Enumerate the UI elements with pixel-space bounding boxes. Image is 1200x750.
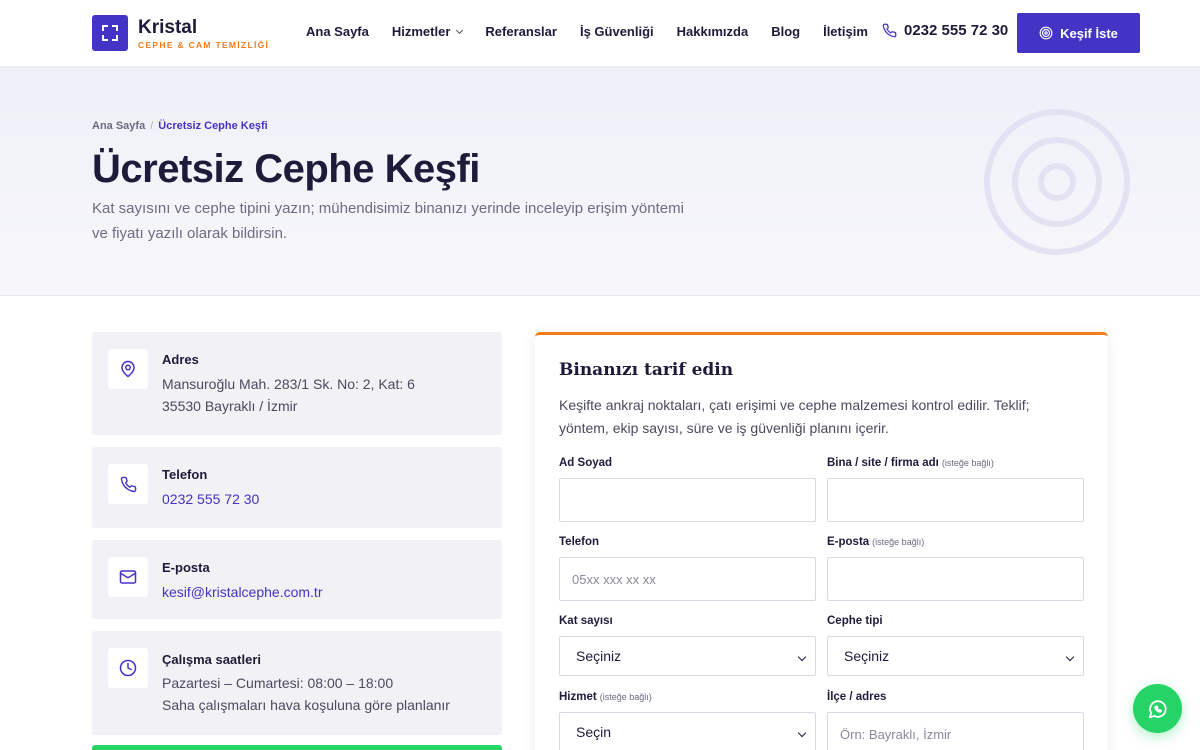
district-field[interactable]: Örn: Bayraklı, İzmir bbox=[827, 712, 1084, 750]
form-title: Binanızı tarif edin bbox=[559, 360, 734, 380]
district-placeholder: Örn: Bayraklı, İzmir bbox=[840, 726, 952, 742]
service-select[interactable]: Seçin bbox=[559, 712, 816, 750]
optional-note: (isteğe bağlı) bbox=[599, 692, 652, 702]
discovery-request-button[interactable]: Keşif İste bbox=[1017, 13, 1140, 53]
target-icon bbox=[1039, 26, 1053, 40]
nav-item-services-label: Hizmetler bbox=[391, 24, 451, 39]
phone-title: Telefon bbox=[162, 467, 208, 482]
address-title: Adres bbox=[162, 352, 199, 367]
contact-info-column: Adres Mansuroğlu Mah. 283/1 Sk. No: 2, K… bbox=[92, 332, 502, 747]
address-line2: 35530 Bayraklı / İzmir bbox=[162, 398, 298, 414]
discovery-form: Binanızı tarif edin Keşifte ankraj nokta… bbox=[535, 332, 1108, 750]
phone-link[interactable]: 0232 555 72 30 bbox=[162, 488, 259, 510]
phone-placeholder: 05xx xxx xx xx bbox=[572, 571, 656, 587]
facade-select-value: Seçiniz bbox=[844, 648, 890, 664]
email-label-text: E-posta bbox=[827, 536, 870, 548]
chevron-down-icon bbox=[1065, 652, 1075, 662]
floors-select-value: Seçiniz bbox=[576, 648, 622, 664]
chevron-down-icon bbox=[797, 728, 807, 738]
nav-item-home[interactable]: Ana Sayfa bbox=[306, 24, 369, 39]
building-label-text: Bina / site / firma adı bbox=[827, 457, 939, 469]
nav-item-services[interactable]: Hizmetler bbox=[391, 24, 464, 39]
email-link[interactable]: kesif@kristalcephe.com.tr bbox=[162, 581, 322, 603]
address-card: Adres Mansuroğlu Mah. 283/1 Sk. No: 2, K… bbox=[92, 332, 502, 435]
breadcrumb-current: Ücretsiz Cephe Keşfi bbox=[158, 120, 268, 132]
email-label: E-posta (isteğe bağlı) bbox=[827, 536, 924, 548]
breadcrumb: Ana Sayfa / Ücretsiz Cephe Keşfi bbox=[92, 120, 268, 132]
nav-item-references[interactable]: Referanslar bbox=[485, 24, 557, 39]
chevron-down-icon bbox=[456, 26, 464, 35]
brand-tagline: CEPHE & CAM TEMİZLİĞİ bbox=[138, 39, 270, 50]
phone-card: Telefon 0232 555 72 30 bbox=[92, 447, 502, 528]
phone-icon bbox=[108, 464, 148, 504]
phone-icon bbox=[882, 23, 897, 38]
address-line1: Mansuroğlu Mah. 283/1 Sk. No: 2, Kat: 6 bbox=[162, 376, 415, 392]
nav-item-blog[interactable]: Blog bbox=[771, 24, 800, 39]
floors-label: Kat sayısı bbox=[559, 615, 613, 627]
service-label: Hizmet (isteğe bağlı) bbox=[559, 691, 652, 703]
chevron-down-icon bbox=[797, 652, 807, 662]
service-select-value: Seçin bbox=[576, 724, 612, 740]
nav-item-safety[interactable]: İş Güvenliği bbox=[580, 24, 654, 39]
building-label: Bina / site / firma adı (isteğe bağlı) bbox=[827, 457, 994, 469]
email-card: E-posta kesif@kristalcephe.com.tr bbox=[92, 540, 502, 619]
optional-note: (isteğe bağlı) bbox=[941, 458, 994, 468]
name-field[interactable] bbox=[559, 478, 816, 522]
district-label: İlçe / adres bbox=[827, 691, 887, 703]
whatsapp-icon bbox=[1148, 699, 1167, 718]
name-label: Ad Soyad bbox=[559, 457, 613, 469]
breadcrumb-separator: / bbox=[150, 120, 154, 132]
whatsapp-contact-button[interactable] bbox=[92, 745, 502, 750]
nav-item-about[interactable]: Hakkımızda bbox=[677, 24, 749, 39]
page-hero: Ana Sayfa / Ücretsiz Cephe Keşfi Ücretsiz … bbox=[0, 67, 1200, 296]
facade-select[interactable]: Seçiniz bbox=[827, 636, 1084, 676]
page-title: Ücretsiz Cephe Keşfi bbox=[92, 147, 480, 191]
mail-icon bbox=[108, 557, 148, 597]
main-nav: Ana Sayfa Hizmetler Referanslar İş Güven… bbox=[306, 24, 891, 39]
nav-item-contact[interactable]: İletişim bbox=[823, 24, 868, 39]
floors-select[interactable]: Seçiniz bbox=[559, 636, 816, 676]
phone-label: Telefon bbox=[559, 536, 600, 548]
page-subtitle: Kat sayısını ve cephe tipini yazın; mühe… bbox=[92, 200, 684, 242]
email-title: E-posta bbox=[162, 560, 210, 575]
optional-note: (isteğe bağlı) bbox=[872, 537, 925, 547]
discovery-request-label: Keşif İste bbox=[1060, 25, 1118, 41]
building-field[interactable] bbox=[827, 478, 1084, 522]
facade-label: Cephe tipi bbox=[827, 615, 883, 627]
hours-card: Çalışma saatleri Pazartesi – Cumartesi: … bbox=[92, 631, 502, 735]
hours-line1: Pazartesi – Cumartesi: 08:00 – 18:00 bbox=[162, 675, 394, 691]
location-pin-icon bbox=[108, 349, 148, 389]
header-phone-link[interactable]: 0232 555 72 30 bbox=[882, 22, 1008, 39]
target-rings-decoration-icon bbox=[984, 109, 1130, 255]
clock-icon bbox=[108, 648, 148, 688]
form-description: Keşifte ankraj noktaları, çatı erişimi v… bbox=[559, 397, 1030, 436]
phone-field[interactable]: 05xx xxx xx xx bbox=[559, 557, 816, 601]
logo-mark-icon bbox=[92, 15, 128, 51]
email-field[interactable] bbox=[827, 557, 1084, 601]
breadcrumb-home[interactable]: Ana Sayfa bbox=[92, 120, 145, 132]
hours-line2: Saha çalışmaları hava koşuluna göre plan… bbox=[162, 697, 450, 713]
brand-name: Kristal bbox=[138, 16, 198, 38]
logo[interactable]: Kristal CEPHE & CAM TEMİZLİĞİ bbox=[92, 15, 269, 51]
site-header: Kristal CEPHE & CAM TEMİZLİĞİ Ana Sayfa … bbox=[0, 0, 1200, 67]
header-phone-number: 0232 555 72 30 bbox=[904, 22, 1009, 39]
whatsapp-float-button[interactable] bbox=[1133, 684, 1182, 733]
hours-title: Çalışma saatleri bbox=[162, 652, 262, 667]
service-label-text: Hizmet bbox=[559, 691, 597, 703]
